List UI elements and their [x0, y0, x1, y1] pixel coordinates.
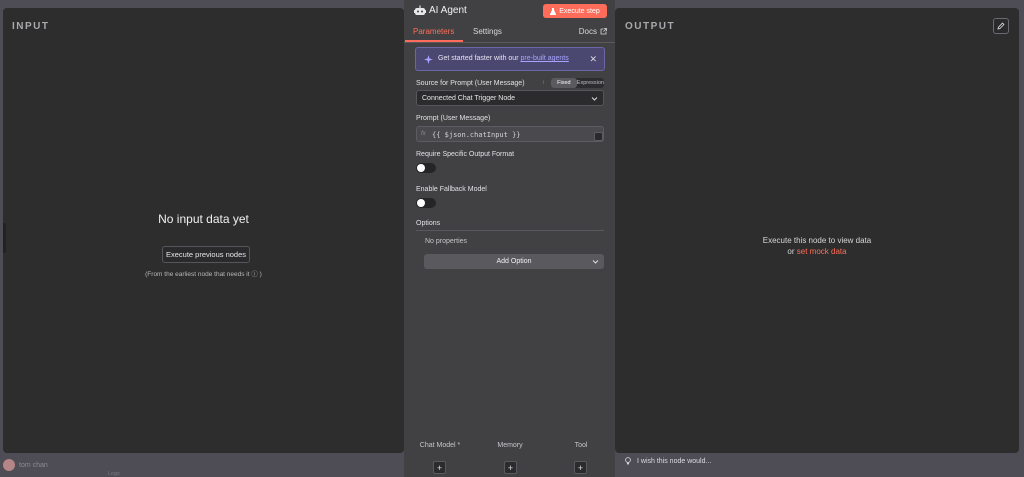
- toggle-knob: [417, 164, 425, 172]
- docs-label: Docs: [578, 27, 597, 36]
- fallback-label: Enable Fallback Model: [416, 186, 487, 193]
- fallback-toggle[interactable]: [416, 198, 436, 208]
- active-tab-indicator: [405, 40, 463, 42]
- add-option-button[interactable]: Add Option: [424, 254, 604, 269]
- chevron-down-icon: [591, 97, 598, 101]
- expand-editor-button[interactable]: [594, 132, 603, 141]
- info-icon: ⁱ: [543, 81, 545, 88]
- user-menu[interactable]: tom chan: [3, 459, 48, 471]
- earliest-node-note: (From the earliest node that needs it ⓘ …: [145, 271, 262, 278]
- node-title: AI Agent: [429, 5, 467, 16]
- no-input-title: No input data yet: [158, 212, 249, 226]
- mock-data-line: or set mock data: [615, 247, 1019, 256]
- fx-badge: fx: [421, 131, 426, 137]
- panel-resize-handle[interactable]: [3, 223, 6, 253]
- output-heading: OUTPUT: [625, 21, 676, 32]
- sparkle-icon: [424, 55, 433, 64]
- execute-to-view-text: Execute this node to view data: [762, 236, 872, 245]
- node-header: AI Agent Execute step: [404, 0, 615, 22]
- source-select[interactable]: Connected Chat Trigger Node: [416, 90, 604, 106]
- flask-icon: [550, 7, 557, 15]
- options-label: Options: [416, 220, 441, 227]
- fixed-option[interactable]: Fixed: [551, 78, 577, 88]
- logs-label[interactable]: Logs: [108, 471, 120, 477]
- tool-label: Tool: [574, 442, 588, 449]
- close-icon[interactable]: ✕: [589, 54, 597, 65]
- options-divider: [416, 230, 604, 231]
- prebuilt-agents-banner: Get started faster with our pre-built ag…: [415, 47, 605, 71]
- robot-icon: [414, 5, 426, 15]
- docs-link[interactable]: Docs: [579, 27, 607, 36]
- execute-step-label: Execute step: [559, 7, 600, 15]
- source-select-value: Connected Chat Trigger Node: [422, 95, 515, 102]
- tab-settings[interactable]: Settings: [473, 27, 502, 36]
- execute-previous-nodes-button[interactable]: Execute previous nodes: [162, 246, 250, 263]
- feedback-prompt[interactable]: I wish this node would...: [625, 457, 711, 465]
- prompt-input[interactable]: fx {{ $json.chatInput }}: [416, 126, 604, 142]
- pencil-icon: [997, 22, 1005, 30]
- source-label: Source for Prompt (User Message): [416, 80, 525, 87]
- avatar: [3, 459, 15, 471]
- output-format-toggle[interactable]: [416, 163, 436, 173]
- fixed-expression-toggle[interactable]: Fixed Expression: [551, 78, 604, 88]
- banner-text: Get started faster with our pre-built ag…: [438, 55, 569, 62]
- prompt-value: {{ $json.chatInput }}: [432, 131, 521, 139]
- memory-label: Memory: [497, 442, 523, 449]
- add-chat-model-button[interactable]: +: [433, 461, 446, 474]
- prebuilt-agents-link[interactable]: pre-built agents: [521, 55, 569, 62]
- tab-parameters[interactable]: Parameters: [413, 27, 454, 36]
- prompt-label: Prompt (User Message): [416, 115, 491, 122]
- add-memory-button[interactable]: +: [504, 461, 517, 474]
- or-text: or: [787, 247, 795, 256]
- lightbulb-icon: [625, 457, 631, 465]
- execute-step-button[interactable]: Execute step: [543, 4, 607, 18]
- input-panel: INPUT No input data yet Execute previous…: [3, 8, 404, 453]
- wish-text: I wish this node would...: [637, 457, 712, 465]
- output-format-label: Require Specific Output Format: [416, 151, 515, 158]
- chat-model-label: Chat Model *: [419, 442, 461, 449]
- add-option-label: Add Option: [496, 258, 532, 265]
- banner-message: Get started faster with our: [438, 55, 519, 62]
- expression-option[interactable]: Expression: [577, 78, 604, 88]
- add-tool-button[interactable]: +: [574, 461, 587, 474]
- node-tabs: Parameters Settings Docs: [404, 24, 615, 43]
- input-heading: INPUT: [12, 21, 50, 32]
- no-properties-text: No properties: [425, 238, 468, 245]
- toggle-knob: [417, 199, 425, 207]
- output-panel: OUTPUT Execute this node to view data or…: [615, 8, 1019, 453]
- node-parameters-panel: AI Agent Execute step Parameters Setting…: [404, 0, 615, 477]
- user-name: tom chan: [19, 461, 48, 469]
- chevron-down-icon: [592, 260, 599, 264]
- external-link-icon: [600, 28, 607, 35]
- edit-output-button[interactable]: [993, 18, 1009, 34]
- set-mock-data-link[interactable]: set mock data: [797, 247, 847, 256]
